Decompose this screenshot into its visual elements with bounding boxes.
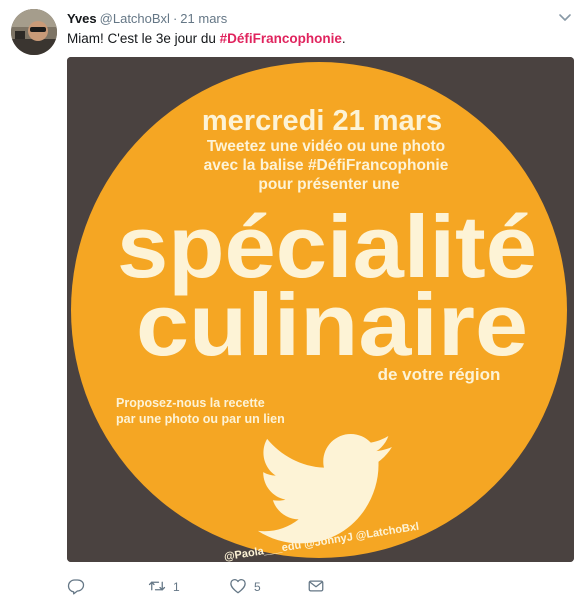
tweet-actions: 1 5 <box>67 576 367 598</box>
tweet-text: Miam! C'est le 3e jour du #DéfiFrancopho… <box>67 30 346 48</box>
tweet-text-start: Miam! C'est le 3e jour du <box>67 31 220 46</box>
author-handle[interactable]: @LatchoBxl <box>100 11 170 26</box>
region-line: de votre région <box>378 365 501 384</box>
headline-culinaire: culinaire <box>136 275 528 374</box>
reply-button[interactable] <box>67 576 92 598</box>
tweet[interactable]: Yves @LatchoBxl · 21 mars Miam! C'est le 3e… <box>0 0 587 602</box>
avatar[interactable] <box>11 9 57 55</box>
separator: · <box>172 11 178 26</box>
retweet-icon <box>148 577 166 598</box>
like-count: 5 <box>254 580 261 594</box>
instruction-line-2: avec la balise #DéfiFrancophonie <box>204 157 449 174</box>
tweet-timestamp[interactable]: 21 mars <box>180 11 227 26</box>
propose-line-1: Proposez-nous la recette <box>116 396 265 410</box>
retweet-count: 1 <box>173 580 180 594</box>
tweet-image[interactable]: mercredi 21 mars Tweetez une vidéo ou un… <box>67 57 574 562</box>
instruction-line-3: pour présenter une <box>258 176 400 193</box>
chevron-down-icon[interactable] <box>558 10 572 24</box>
retweet-button[interactable]: 1 <box>148 576 180 598</box>
like-button[interactable]: 5 <box>229 576 261 598</box>
date-heading: mercredi 21 mars <box>202 105 442 137</box>
reply-icon <box>67 577 85 598</box>
heart-icon <box>229 577 247 598</box>
author-name[interactable]: Yves <box>67 11 97 26</box>
direct-message-button[interactable] <box>307 576 325 598</box>
instruction-line-1: Tweetez une vidéo ou une photo <box>207 138 445 155</box>
mail-icon <box>307 577 325 598</box>
hashtag-link[interactable]: #DéfiFrancophonie <box>220 31 342 46</box>
propose-line-2: par une photo ou par un lien <box>116 412 285 426</box>
tweet-text-end: . <box>341 31 346 46</box>
tweet-header: Yves @LatchoBxl · 21 mars <box>67 11 227 27</box>
